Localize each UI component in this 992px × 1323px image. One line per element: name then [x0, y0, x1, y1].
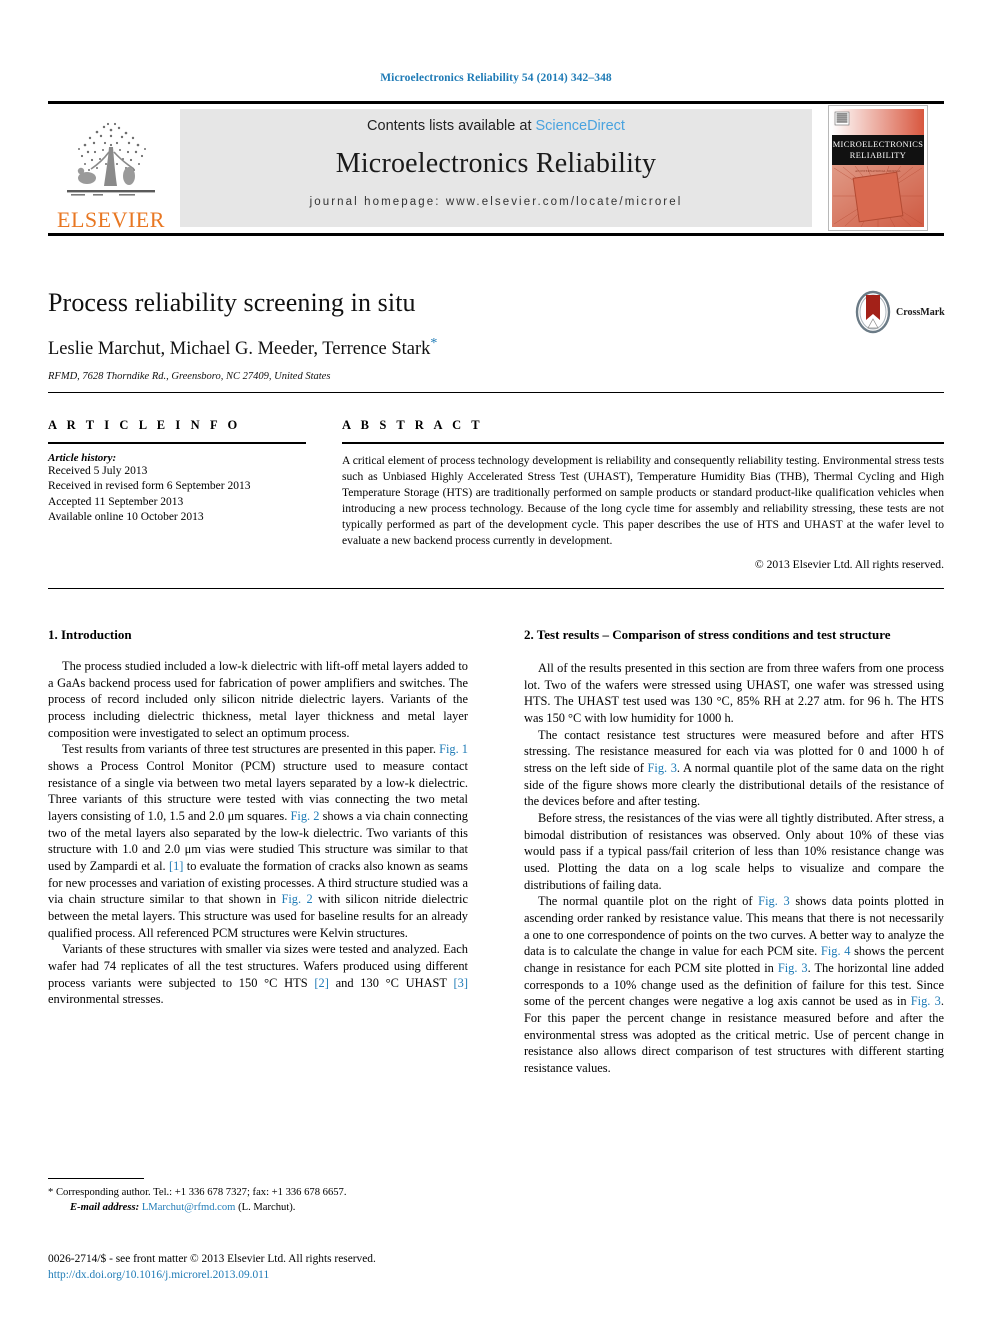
crossmark-badge[interactable]: CrossMark: [854, 288, 964, 336]
email-owner: (L. Marchut).: [238, 1201, 296, 1213]
email-note: E-mail address: LMarchut@rfmd.com (L. Ma…: [48, 1201, 468, 1216]
contents-available-line: Contents lists available at ScienceDirec…: [367, 118, 625, 134]
figure-ref-link[interactable]: Fig. 2: [290, 809, 319, 823]
paragraph: The contact resistance test structures w…: [524, 727, 944, 810]
cover-art-icon: MICROELECTRONICS RELIABILITY AN INTERNAT…: [829, 106, 927, 230]
figure-ref-link[interactable]: Fig. 3: [758, 894, 790, 908]
title-block: Process reliability screening in situ Le…: [48, 288, 945, 383]
author-names: Leslie Marchut, Michael G. Meeder, Terre…: [48, 339, 431, 360]
figure-ref-link[interactable]: Fig. 2: [281, 892, 312, 906]
svg-text:RELIABILITY: RELIABILITY: [850, 151, 907, 160]
figure-ref-link[interactable]: Fig. 4: [821, 944, 851, 958]
figure-ref-link[interactable]: Fig. 3: [778, 961, 808, 975]
email-label: E-mail address:: [70, 1201, 140, 1213]
masthead-bottom-rule: [48, 233, 944, 236]
abstract-hairline: [342, 442, 944, 444]
author-list: Leslie Marchut, Michael G. Meeder, Terre…: [48, 336, 944, 360]
article-history-item: Accepted 11 September 2013: [48, 495, 184, 508]
article-history-item: Received in revised form 6 September 201…: [48, 480, 251, 493]
page-title: Process reliability screening in situ: [48, 288, 416, 317]
footnote-marker: *: [48, 1187, 54, 1198]
right-column: 2. Test results – Comparison of stress c…: [524, 626, 944, 1077]
paragraph: The normal quantile plot on the right of…: [524, 893, 944, 1076]
text-run: and 130 °C UHAST: [328, 975, 454, 990]
copyright-line: © 2013 Elsevier Ltd. All rights reserved…: [754, 557, 944, 571]
left-column: 1. Introduction The process studied incl…: [48, 626, 468, 1077]
affiliation: RFMD, 7628 Thorndike Rd., Greensboro, NC…: [48, 371, 331, 383]
journal-homepage-link[interactable]: journal homepage: www.elsevier.com/locat…: [310, 196, 683, 208]
info-top-rule: [48, 392, 944, 393]
article-history-label: Article history:: [48, 452, 117, 464]
paragraph: Variants of these structures with smalle…: [48, 941, 468, 1008]
elsevier-logo: ELSEVIER: [50, 107, 172, 231]
svg-text:MICROELECTRONICS: MICROELECTRONICS: [833, 140, 924, 149]
body-columns: 1. Introduction The process studied incl…: [48, 626, 944, 1077]
section-heading-introduction: 1. Introduction: [48, 627, 132, 642]
crossmark-label: CrossMark: [896, 306, 945, 318]
corresponding-author-note: * Corresponding author. Tel.: +1 336 678…: [48, 1186, 468, 1201]
abstract-heading: A B S T R A C T: [342, 418, 484, 432]
article-history-item: Received 5 July 2013: [48, 465, 148, 477]
footnote-rule: [48, 1178, 144, 1179]
citation-ref-link[interactable]: [2]: [314, 976, 328, 990]
abstract-column: A B S T R A C T A critical element of pr…: [342, 418, 944, 571]
text-run: Test results from variants of three test…: [62, 742, 440, 757]
journal-masthead: ELSEVIER Contents lists available at Sci…: [48, 101, 944, 236]
email-link[interactable]: LMarchut@rfmd.com: [142, 1202, 236, 1213]
info-bottom-rule: [48, 588, 944, 589]
svg-text:AN INTERNATIONAL JOURNAL: AN INTERNATIONAL JOURNAL: [855, 169, 901, 173]
citation-ref-link[interactable]: [1]: [169, 859, 183, 873]
paper-page: Microelectronics Reliability 54 (2014) 3…: [0, 0, 992, 1323]
text-run: The normal quantile plot on the right of: [538, 894, 759, 909]
figure-ref-link[interactable]: Fig. 3: [647, 761, 676, 775]
masthead-band: Contents lists available at ScienceDirec…: [180, 109, 812, 227]
doi-link[interactable]: http://dx.doi.org/10.1016/j.microrel.201…: [48, 1268, 608, 1284]
figure-ref-link[interactable]: Fig. 1: [439, 742, 468, 756]
paragraph: Before stress, the resistances of the vi…: [524, 810, 944, 892]
corresponding-author-marker: *: [430, 336, 438, 351]
sciencedirect-link[interactable]: ScienceDirect: [536, 118, 625, 134]
bottom-matter: 0026-2714/$ - see front matter © 2013 El…: [48, 1252, 608, 1284]
article-info-hairline: [48, 442, 306, 444]
figure-ref-link[interactable]: Fig. 3: [911, 994, 941, 1008]
paragraph: All of the results presented in this sec…: [524, 660, 944, 725]
running-head: Microelectronics Reliability 54 (2014) 3…: [380, 72, 612, 84]
paragraph: Test results from variants of three test…: [48, 741, 468, 941]
contents-prefix: Contents lists available at: [367, 118, 536, 134]
article-info-column: A R T I C L E I N F O Article history: R…: [48, 418, 306, 526]
journal-title: Microelectronics Reliability: [335, 148, 657, 179]
issn-copyright-line: 0026-2714/$ - see front matter © 2013 El…: [48, 1253, 376, 1265]
corresponding-author-text: Corresponding author. Tel.: +1 336 678 7…: [55, 1187, 347, 1198]
text-run: environmental stresses.: [48, 992, 164, 1007]
abstract-text: A critical element of process technology…: [342, 454, 944, 547]
elsevier-tree-icon: [67, 122, 155, 196]
article-info-heading: A R T I C L E I N F O: [48, 418, 241, 432]
citation-ref-link[interactable]: [3]: [454, 976, 468, 990]
section-heading-test-results: 2. Test results – Comparison of stress c…: [524, 627, 891, 642]
journal-cover-thumbnail: MICROELECTRONICS RELIABILITY AN INTERNAT…: [828, 105, 928, 231]
masthead-top-rule: [48, 101, 944, 104]
crossmark-icon: [855, 290, 891, 334]
paragraph: The process studied included a low-k die…: [48, 658, 468, 740]
footnote-block: * Corresponding author. Tel.: +1 336 678…: [48, 1178, 468, 1215]
elsevier-wordmark: ELSEVIER: [57, 207, 165, 232]
article-history-item: Available online 10 October 2013: [48, 511, 204, 524]
